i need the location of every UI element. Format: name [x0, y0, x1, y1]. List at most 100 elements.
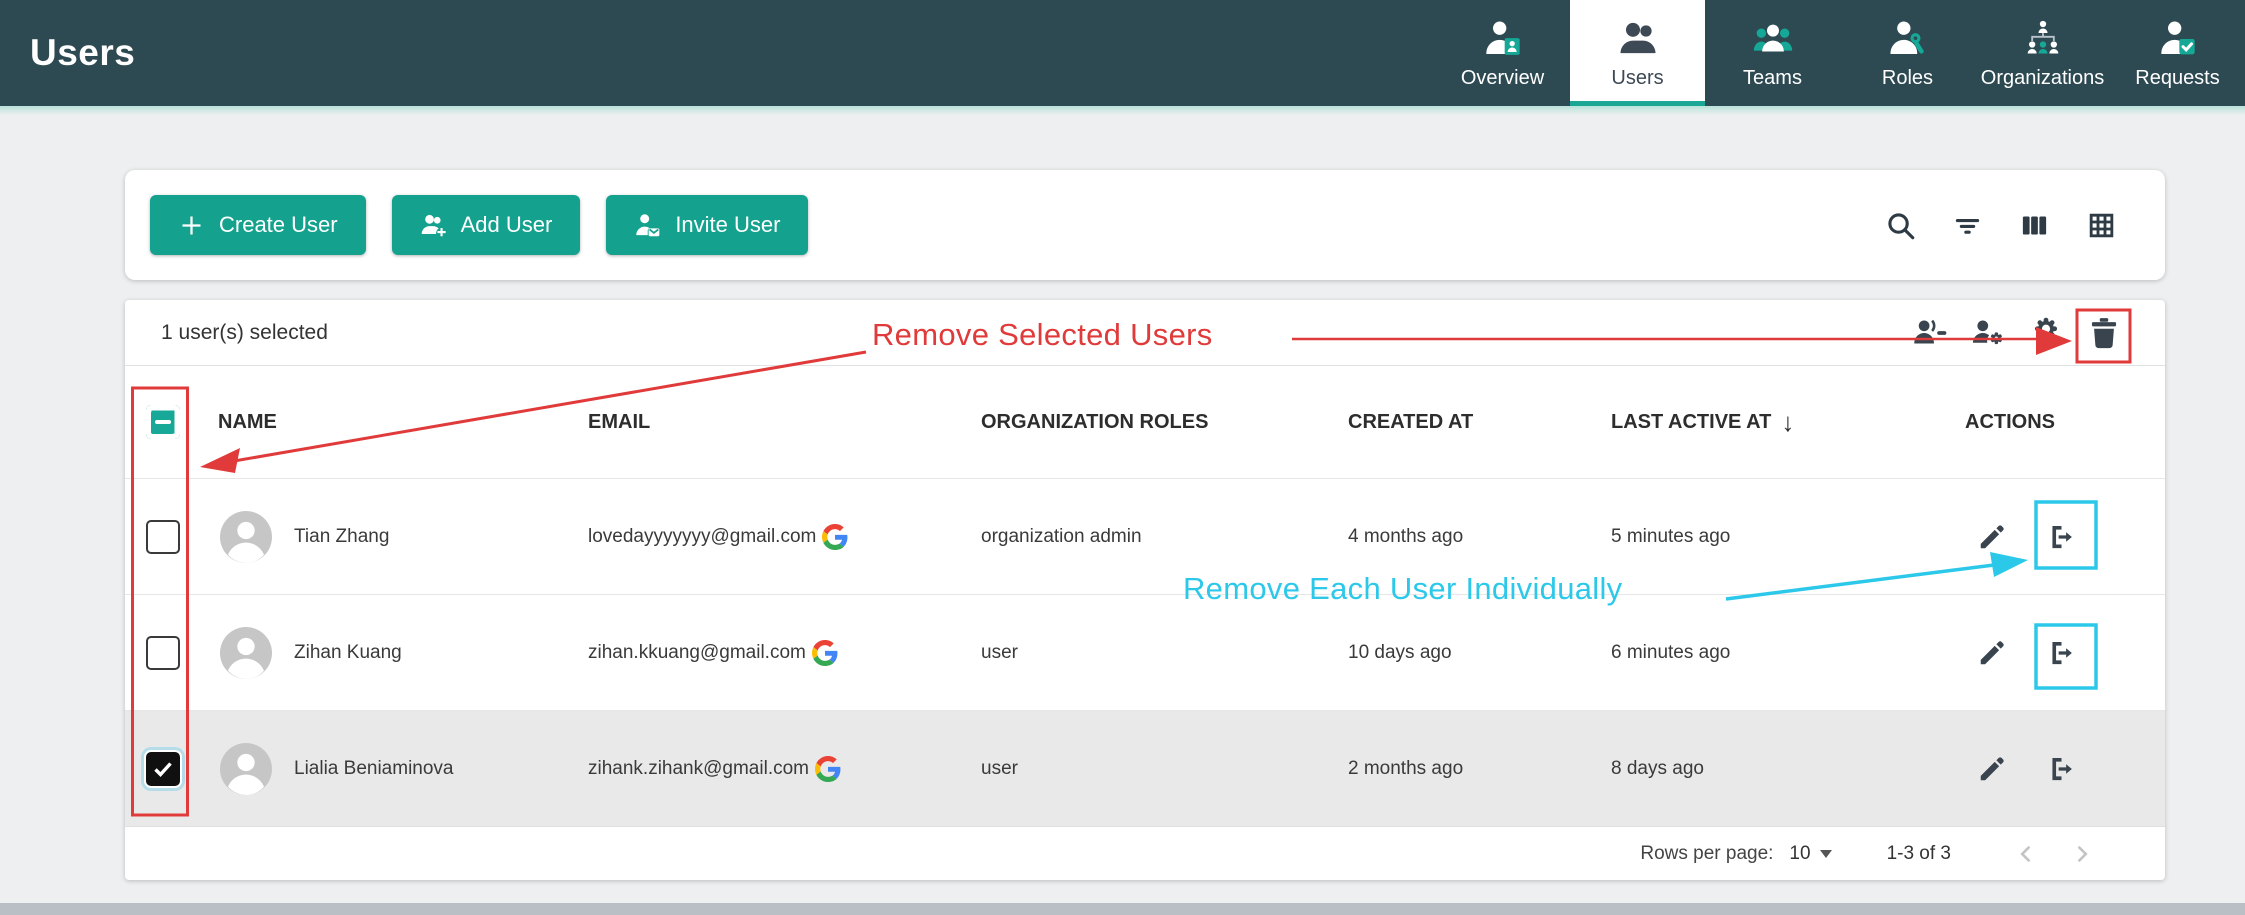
last-active-at: 8 days ago — [1593, 758, 1947, 780]
person-settings-icon[interactable] — [1971, 316, 2005, 350]
column-header-name[interactable]: NAME — [200, 411, 570, 434]
indeterminate-mark — [155, 420, 171, 425]
add-user-button[interactable]: Add User — [392, 195, 581, 255]
users-table-card: 1 user(s) selected NAME EMAIL ORGANIZATI… — [125, 300, 2165, 880]
column-header-created-at[interactable]: CREATED AT — [1330, 411, 1593, 434]
next-page-icon[interactable] — [2069, 841, 2095, 867]
tab-label: Roles — [1882, 67, 1933, 90]
page-range-label: 1-3 of 3 — [1887, 843, 1951, 865]
rows-per-page-value: 10 — [1789, 843, 1810, 865]
created-at: 4 months ago — [1330, 526, 1593, 548]
user-email: zihank.zihank@gmail.com — [588, 758, 809, 780]
column-header-org-roles[interactable]: ORGANIZATION ROLES — [963, 411, 1330, 434]
row-checkbox[interactable] — [146, 636, 180, 670]
toolbar: Create User Add User Invite User — [125, 170, 2165, 280]
invite-user-button[interactable]: Invite User — [606, 195, 808, 255]
google-icon — [815, 756, 841, 782]
edit-user-icon[interactable] — [1977, 638, 2007, 668]
user-email: zihan.kkuang@gmail.com — [588, 642, 806, 664]
create-user-button[interactable]: Create User — [150, 195, 366, 255]
table-row: Lialia Beniaminova zihank.zihank@gmail.c… — [125, 710, 2165, 826]
org-roles: organization admin — [963, 526, 1330, 548]
grid-icon[interactable] — [2086, 210, 2117, 241]
people-icon — [1616, 19, 1660, 59]
trash-icon[interactable] — [2087, 316, 2121, 350]
table-row: Tian Zhang lovedayyyyyyy@gmail.com organ… — [125, 478, 2165, 594]
users-page: Users Overview Users Teams Roles Organiz… — [0, 0, 2245, 115]
tab-label: Requests — [2135, 67, 2220, 90]
page-title: Users — [30, 32, 135, 74]
org-roles: user — [963, 642, 1330, 664]
person-remove-icon[interactable] — [1913, 316, 1947, 350]
select-all-cell — [125, 405, 200, 439]
org-tree-icon — [2021, 19, 2065, 59]
header-divider — [0, 106, 2245, 115]
tab-label: Teams — [1743, 67, 1802, 90]
create-user-label: Create User — [219, 212, 338, 238]
team-icon — [1751, 19, 1795, 59]
user-name: Lialia Beniaminova — [294, 758, 454, 780]
google-icon — [822, 524, 848, 550]
bottom-scrollbar[interactable] — [0, 903, 2245, 915]
column-header-actions: ACTIONS — [1947, 411, 2165, 434]
person-key-icon — [1886, 19, 1930, 59]
rows-per-page-label: Rows per page: — [1640, 843, 1773, 865]
remove-user-icon[interactable] — [2043, 522, 2073, 552]
badge-icon[interactable] — [2029, 316, 2063, 350]
table-tools — [1885, 210, 2165, 241]
column-header-last-active-at[interactable]: LAST ACTIVE AT ↓ — [1593, 407, 1947, 438]
plus-icon — [178, 212, 205, 239]
avatar — [220, 743, 272, 795]
sort-desc-icon[interactable]: ↓ — [1781, 407, 1794, 438]
row-checkbox[interactable] — [146, 752, 180, 786]
person-check-icon — [2156, 19, 2200, 59]
tab-users[interactable]: Users — [1570, 0, 1705, 106]
selection-count-label: 1 user(s) selected — [161, 321, 328, 345]
tab-organizations[interactable]: Organizations — [1975, 0, 2110, 106]
table-row: Zihan Kuang zihan.kkuang@gmail.com user … — [125, 594, 2165, 710]
check-icon — [151, 757, 175, 781]
last-active-at: 5 minutes ago — [1593, 526, 1947, 548]
tab-label: Users — [1611, 67, 1663, 90]
tab-label: Organizations — [1981, 67, 2104, 90]
user-name: Zihan Kuang — [294, 642, 402, 664]
invite-user-icon — [634, 212, 661, 239]
org-roles: user — [963, 758, 1330, 780]
person-id-icon — [1481, 19, 1525, 59]
columns-icon[interactable] — [2019, 210, 2050, 241]
invite-user-label: Invite User — [675, 212, 780, 238]
tab-requests[interactable]: Requests — [2110, 0, 2245, 106]
google-icon — [812, 640, 838, 666]
remove-user-icon[interactable] — [2043, 754, 2073, 784]
table-header-row: NAME EMAIL ORGANIZATION ROLES CREATED AT… — [125, 366, 2165, 478]
edit-user-icon[interactable] — [1977, 754, 2007, 784]
selection-actions — [1913, 316, 2121, 350]
user-name: Tian Zhang — [294, 526, 389, 548]
last-active-at: 6 minutes ago — [1593, 642, 1947, 664]
tab-label: Overview — [1461, 67, 1544, 90]
search-icon[interactable] — [1885, 210, 1916, 241]
remove-user-icon[interactable] — [2043, 638, 2073, 668]
edit-user-icon[interactable] — [1977, 522, 2007, 552]
add-user-icon — [420, 212, 447, 239]
avatar — [220, 627, 272, 679]
selection-bar: 1 user(s) selected — [125, 300, 2165, 366]
tab-roles[interactable]: Roles — [1840, 0, 1975, 106]
app-header: Users Overview Users Teams Roles Organiz… — [0, 0, 2245, 106]
dropdown-caret-icon — [1820, 850, 1832, 858]
pagination-bar: Rows per page: 10 1-3 of 3 — [125, 826, 2165, 880]
created-at: 2 months ago — [1330, 758, 1593, 780]
tab-teams[interactable]: Teams — [1705, 0, 1840, 106]
add-user-label: Add User — [461, 212, 553, 238]
previous-page-icon[interactable] — [2013, 841, 2039, 867]
row-checkbox[interactable] — [146, 520, 180, 554]
tab-overview[interactable]: Overview — [1435, 0, 1570, 106]
main-nav: Overview Users Teams Roles Organizations… — [1435, 0, 2245, 106]
column-header-email[interactable]: EMAIL — [570, 411, 963, 434]
rows-per-page-select[interactable]: 10 — [1789, 843, 1831, 865]
user-email: lovedayyyyyyy@gmail.com — [588, 526, 816, 548]
select-all-checkbox[interactable] — [146, 405, 180, 439]
column-header-label: LAST ACTIVE AT — [1611, 411, 1771, 434]
filter-icon[interactable] — [1952, 210, 1983, 241]
avatar — [220, 511, 272, 563]
